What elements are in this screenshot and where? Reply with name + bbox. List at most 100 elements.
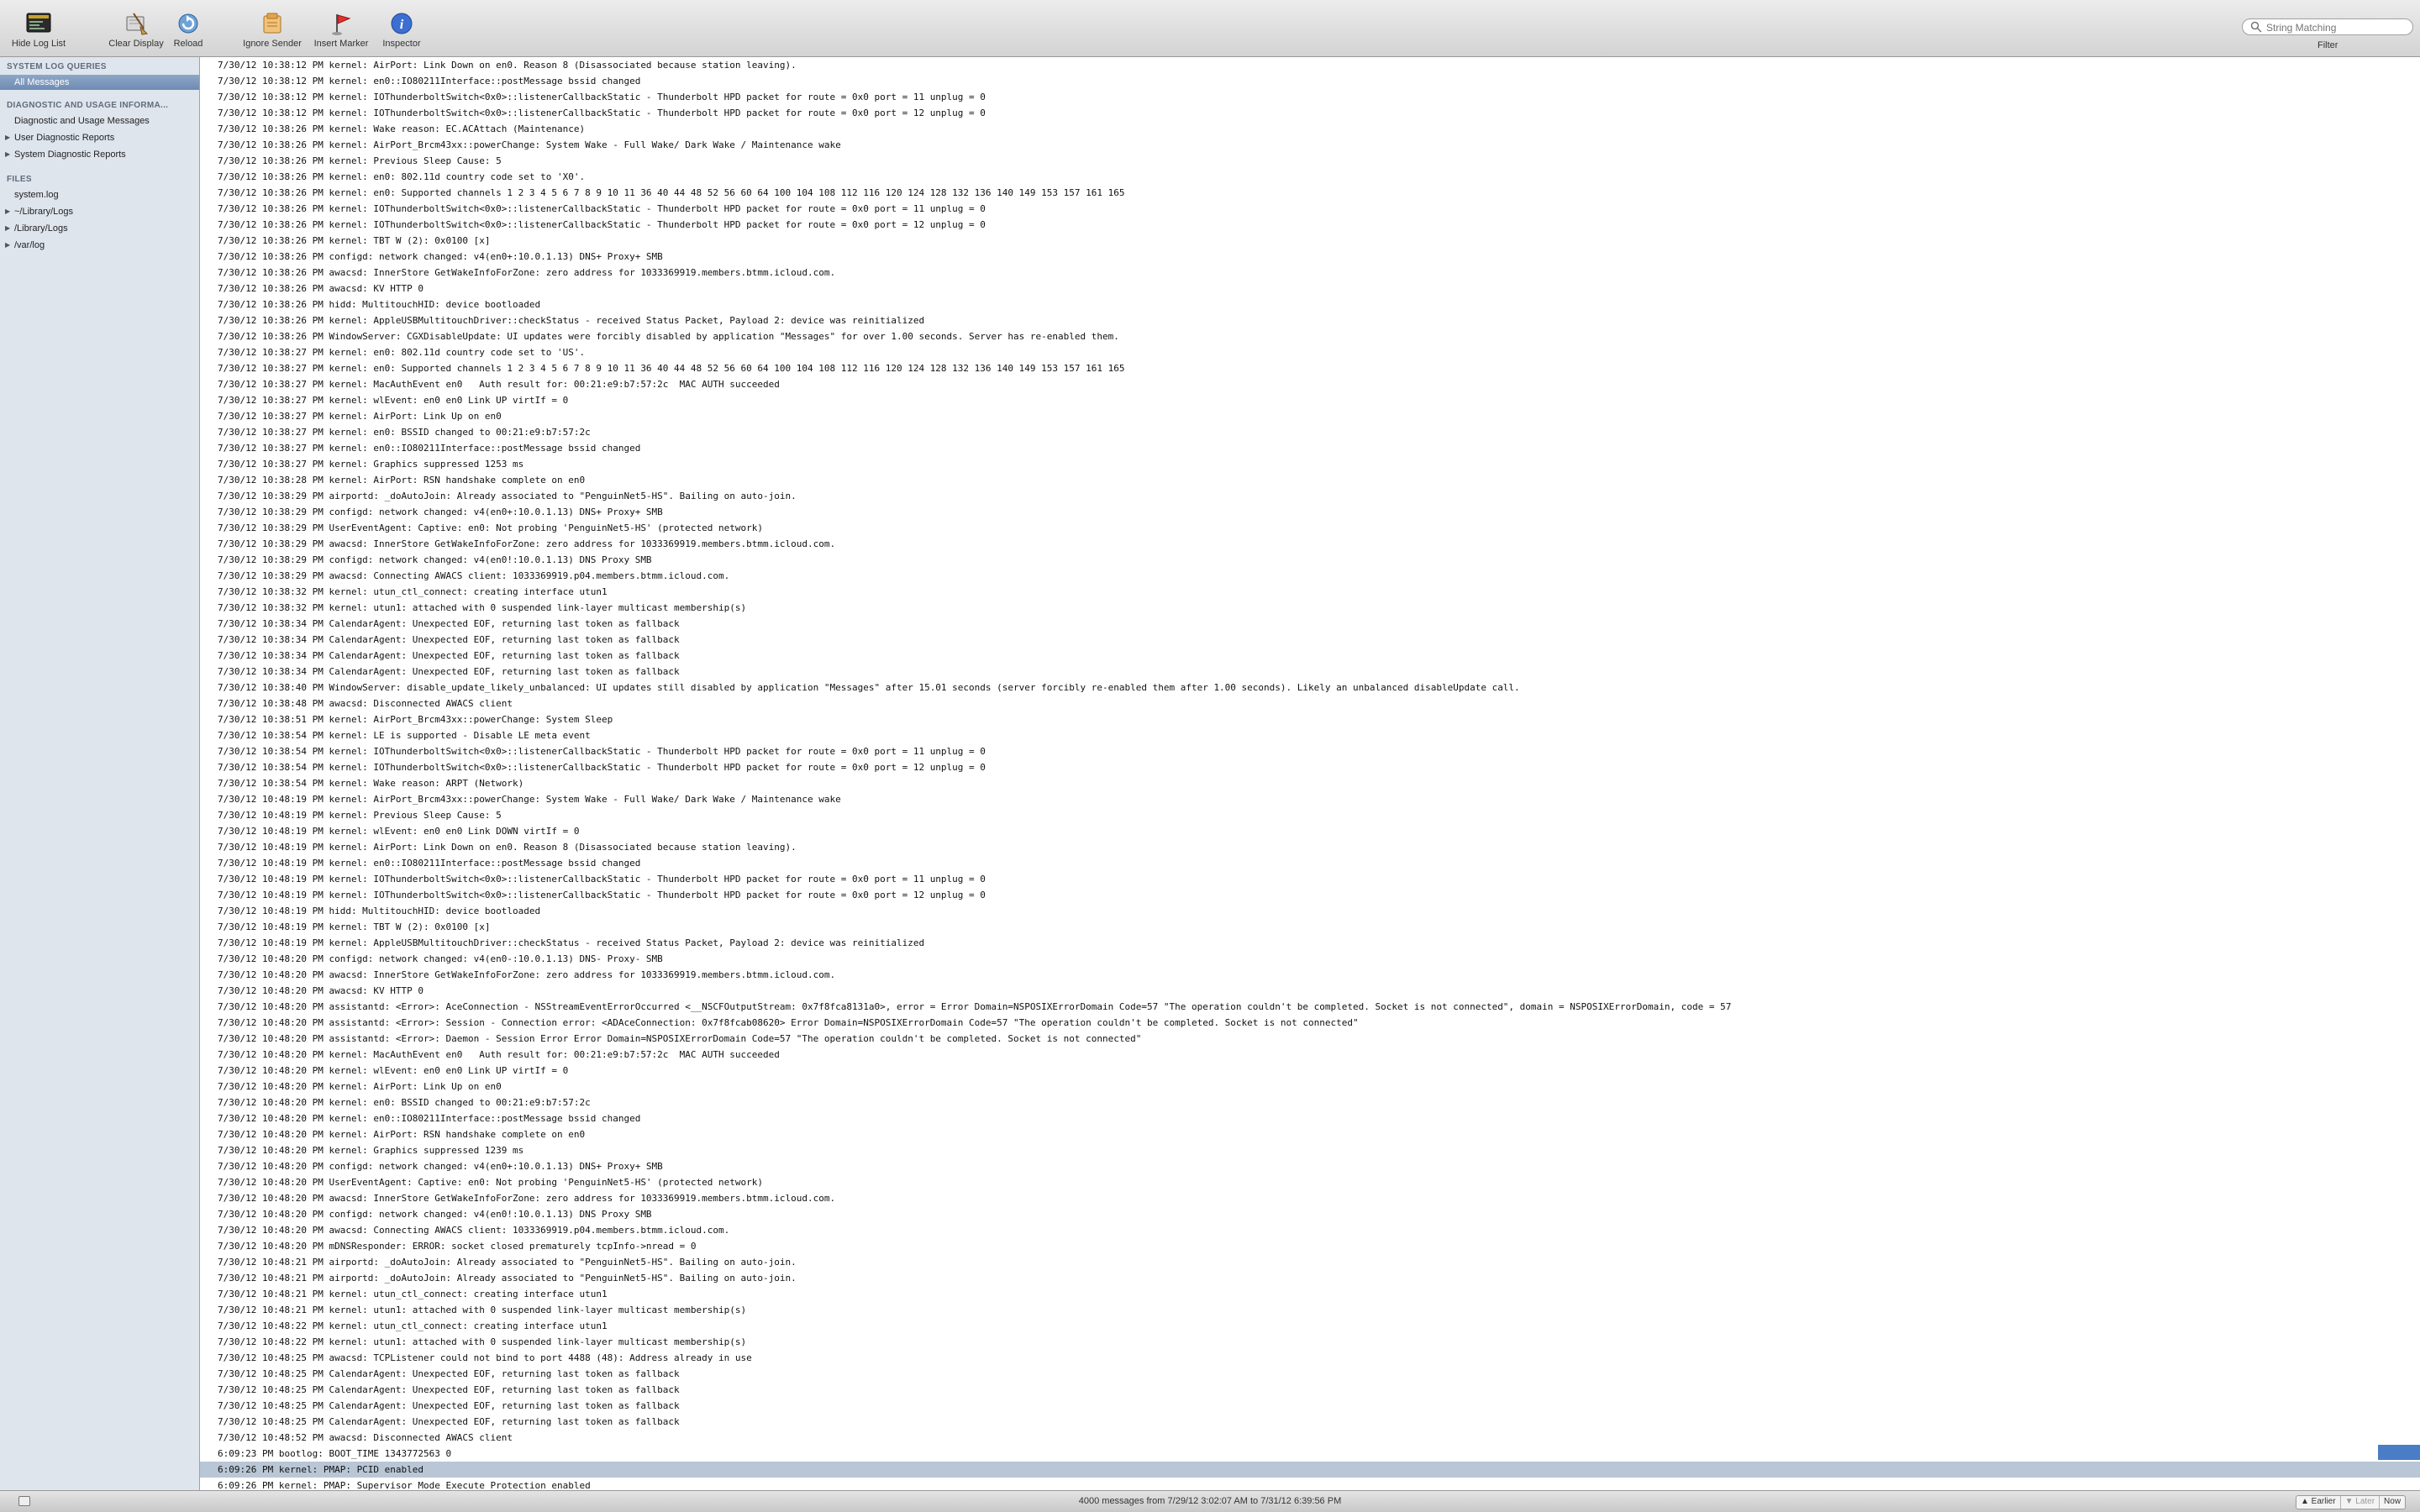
disclosure-triangle-icon[interactable]: ▶: [5, 147, 10, 162]
log-row[interactable]: 7/30/12 10:38:26 PM kernel: Previous Sle…: [200, 153, 2420, 169]
ignore-sender-button[interactable]: Ignore Sender: [239, 12, 306, 54]
log-row[interactable]: 7/30/12 10:38:26 PM kernel: IOThunderbol…: [200, 217, 2420, 233]
log-row[interactable]: 7/30/12 10:48:19 PM hidd: MultitouchHID:…: [200, 903, 2420, 919]
log-row[interactable]: 7/30/12 10:38:26 PM kernel: Wake reason:…: [200, 121, 2420, 137]
log-row[interactable]: 7/30/12 10:38:29 PM airportd: _doAutoJoi…: [200, 488, 2420, 504]
log-row[interactable]: 7/30/12 10:48:19 PM kernel: en0::IO80211…: [200, 855, 2420, 871]
log-row[interactable]: 7/30/12 10:38:34 PM CalendarAgent: Unexp…: [200, 664, 2420, 680]
log-row[interactable]: 7/30/12 10:38:26 PM kernel: en0: Support…: [200, 185, 2420, 201]
log-row[interactable]: 7/30/12 10:48:21 PM airportd: _doAutoJoi…: [200, 1254, 2420, 1270]
log-row[interactable]: 7/30/12 10:38:48 PM awacsd: Disconnected…: [200, 696, 2420, 711]
hide-log-list-button[interactable]: Hide Log List: [7, 12, 71, 54]
log-row[interactable]: 7/30/12 10:48:20 PM assistantd: <Error>:…: [200, 1015, 2420, 1031]
log-row[interactable]: 7/30/12 10:38:27 PM kernel: wlEvent: en0…: [200, 392, 2420, 408]
log-row[interactable]: 7/30/12 10:38:27 PM kernel: AirPort: Lin…: [200, 408, 2420, 424]
log-row[interactable]: 7/30/12 10:48:25 PM CalendarAgent: Unexp…: [200, 1398, 2420, 1414]
log-row[interactable]: 7/30/12 10:38:34 PM CalendarAgent: Unexp…: [200, 648, 2420, 664]
log-row[interactable]: 7/30/12 10:48:20 PM kernel: wlEvent: en0…: [200, 1063, 2420, 1079]
disclosure-triangle-icon[interactable]: ▶: [5, 204, 10, 219]
log-row[interactable]: 7/30/12 10:38:26 PM kernel: AirPort_Brcm…: [200, 137, 2420, 153]
log-row[interactable]: 7/30/12 10:38:29 PM awacsd: Connecting A…: [200, 568, 2420, 584]
log-row[interactable]: 7/30/12 10:48:20 PM awacsd: Connecting A…: [200, 1222, 2420, 1238]
sidebar-item-library-logs[interactable]: ▶ /Library/Logs: [0, 221, 199, 236]
log-row[interactable]: 7/30/12 10:48:19 PM kernel: IOThunderbol…: [200, 887, 2420, 903]
log-row[interactable]: 7/30/12 10:38:28 PM kernel: AirPort: RSN…: [200, 472, 2420, 488]
log-row[interactable]: 7/30/12 10:48:20 PM kernel: Graphics sup…: [200, 1142, 2420, 1158]
later-button[interactable]: ▼ Later: [2341, 1496, 2381, 1509]
log-row[interactable]: 7/30/12 10:38:26 PM awacsd: InnerStore G…: [200, 265, 2420, 281]
log-row[interactable]: 7/30/12 10:38:54 PM kernel: LE is suppor…: [200, 727, 2420, 743]
log-row[interactable]: 7/30/12 10:38:26 PM configd: network cha…: [200, 249, 2420, 265]
log-row[interactable]: 7/30/12 10:38:29 PM awacsd: InnerStore G…: [200, 536, 2420, 552]
log-row[interactable]: 7/30/12 10:48:21 PM airportd: _doAutoJoi…: [200, 1270, 2420, 1286]
log-row[interactable]: 7/30/12 10:38:54 PM kernel: Wake reason:…: [200, 775, 2420, 791]
log-row[interactable]: 7/30/12 10:38:29 PM UserEventAgent: Capt…: [200, 520, 2420, 536]
earlier-button[interactable]: ▲ Earlier: [2296, 1496, 2341, 1509]
log-row[interactable]: 7/30/12 10:48:20 PM kernel: AirPort: RSN…: [200, 1126, 2420, 1142]
log-row[interactable]: 7/30/12 10:38:26 PM awacsd: KV HTTP 0: [200, 281, 2420, 297]
sidebar-item-system-log[interactable]: system.log: [0, 187, 199, 202]
log-row[interactable]: 7/30/12 10:38:51 PM kernel: AirPort_Brcm…: [200, 711, 2420, 727]
log-row[interactable]: 7/30/12 10:48:21 PM kernel: utun1: attac…: [200, 1302, 2420, 1318]
log-row[interactable]: 7/30/12 10:38:34 PM CalendarAgent: Unexp…: [200, 632, 2420, 648]
log-row[interactable]: 7/30/12 10:48:19 PM kernel: TBT W (2): 0…: [200, 919, 2420, 935]
log-row[interactable]: 7/30/12 10:48:20 PM configd: network cha…: [200, 1206, 2420, 1222]
log-row[interactable]: 7/30/12 10:48:20 PM UserEventAgent: Capt…: [200, 1174, 2420, 1190]
log-row[interactable]: 7/30/12 10:48:20 PM kernel: AirPort: Lin…: [200, 1079, 2420, 1095]
log-row[interactable]: 7/30/12 10:48:20 PM configd: network cha…: [200, 1158, 2420, 1174]
log-row[interactable]: 7/30/12 10:38:27 PM kernel: MacAuthEvent…: [200, 376, 2420, 392]
log-row[interactable]: 7/30/12 10:48:25 PM CalendarAgent: Unexp…: [200, 1366, 2420, 1382]
sidebar-item-diagnostic-usage-messages[interactable]: Diagnostic and Usage Messages: [0, 113, 199, 129]
log-row[interactable]: 7/30/12 10:48:20 PM awacsd: InnerStore G…: [200, 967, 2420, 983]
disclosure-triangle-icon[interactable]: ▶: [5, 221, 10, 236]
clear-display-button[interactable]: Clear Display: [104, 12, 168, 54]
log-row[interactable]: 7/30/12 10:38:26 PM kernel: en0: 802.11d…: [200, 169, 2420, 185]
log-row[interactable]: 7/30/12 10:48:20 PM kernel: en0: BSSID c…: [200, 1095, 2420, 1110]
sidebar-item-var-log[interactable]: ▶ /var/log: [0, 238, 199, 253]
log-row[interactable]: 7/30/12 10:38:26 PM kernel: IOThunderbol…: [200, 201, 2420, 217]
search-input[interactable]: [2242, 18, 2413, 35]
log-row[interactable]: 7/30/12 10:38:12 PM kernel: IOThunderbol…: [200, 89, 2420, 105]
log-row[interactable]: 7/30/12 10:48:20 PM kernel: en0::IO80211…: [200, 1110, 2420, 1126]
log-row[interactable]: 7/30/12 10:38:12 PM kernel: AirPort: Lin…: [200, 57, 2420, 73]
log-row[interactable]: 7/30/12 10:48:20 PM configd: network cha…: [200, 951, 2420, 967]
log-row[interactable]: 7/30/12 10:38:54 PM kernel: IOThunderbol…: [200, 759, 2420, 775]
log-row[interactable]: 7/30/12 10:48:19 PM kernel: IOThunderbol…: [200, 871, 2420, 887]
log-row[interactable]: 7/30/12 10:38:26 PM hidd: MultitouchHID:…: [200, 297, 2420, 312]
log-row[interactable]: 7/30/12 10:38:27 PM kernel: en0: 802.11d…: [200, 344, 2420, 360]
log-row[interactable]: 7/30/12 10:38:34 PM CalendarAgent: Unexp…: [200, 616, 2420, 632]
inspector-button[interactable]: i Inspector: [378, 12, 425, 54]
log-row[interactable]: 7/30/12 10:48:52 PM awacsd: Disconnected…: [200, 1430, 2420, 1446]
log-row[interactable]: 7/30/12 10:48:20 PM awacsd: InnerStore G…: [200, 1190, 2420, 1206]
log-row[interactable]: 7/30/12 10:38:40 PM WindowServer: disabl…: [200, 680, 2420, 696]
log-row[interactable]: 7/30/12 10:38:26 PM WindowServer: CGXDis…: [200, 328, 2420, 344]
log-row[interactable]: 7/30/12 10:38:27 PM kernel: Graphics sup…: [200, 456, 2420, 472]
log-row[interactable]: 7/30/12 10:48:22 PM kernel: utun_ctl_con…: [200, 1318, 2420, 1334]
log-row[interactable]: 7/30/12 10:48:25 PM CalendarAgent: Unexp…: [200, 1414, 2420, 1430]
log-row[interactable]: 7/30/12 10:48:21 PM kernel: utun_ctl_con…: [200, 1286, 2420, 1302]
log-row[interactable]: 7/30/12 10:48:19 PM kernel: wlEvent: en0…: [200, 823, 2420, 839]
log-row[interactable]: 7/30/12 10:48:20 PM kernel: MacAuthEvent…: [200, 1047, 2420, 1063]
now-button[interactable]: Now: [2380, 1496, 2405, 1509]
log-row[interactable]: 7/30/12 10:38:12 PM kernel: IOThunderbol…: [200, 105, 2420, 121]
log-row[interactable]: 7/30/12 10:38:12 PM kernel: en0::IO80211…: [200, 73, 2420, 89]
log-row[interactable]: 7/30/12 10:48:19 PM kernel: Previous Sle…: [200, 807, 2420, 823]
log-row[interactable]: 7/30/12 10:38:29 PM configd: network cha…: [200, 504, 2420, 520]
log-message-list[interactable]: 7/30/12 10:38:12 PM kernel: AirPort: Lin…: [200, 57, 2420, 1490]
log-row[interactable]: 7/30/12 10:38:29 PM configd: network cha…: [200, 552, 2420, 568]
log-row[interactable]: 6:09:26 PM kernel: PMAP: PCID enabled: [200, 1462, 2420, 1478]
log-row[interactable]: 7/30/12 10:48:20 PM assistantd: <Error>:…: [200, 1031, 2420, 1047]
log-row[interactable]: 7/30/12 10:38:27 PM kernel: en0: Support…: [200, 360, 2420, 376]
sidebar-item-system-diagnostic-reports[interactable]: ▶ System Diagnostic Reports: [0, 147, 199, 162]
log-row[interactable]: 7/30/12 10:48:20 PM mDNSResponder: ERROR…: [200, 1238, 2420, 1254]
disclosure-triangle-icon[interactable]: ▶: [5, 238, 10, 253]
log-row[interactable]: 7/30/12 10:38:32 PM kernel: utun1: attac…: [200, 600, 2420, 616]
log-row[interactable]: 7/30/12 10:38:26 PM kernel: AppleUSBMult…: [200, 312, 2420, 328]
log-row[interactable]: 7/30/12 10:38:27 PM kernel: en0::IO80211…: [200, 440, 2420, 456]
log-row[interactable]: 7/30/12 10:48:22 PM kernel: utun1: attac…: [200, 1334, 2420, 1350]
reload-button[interactable]: Reload: [171, 12, 205, 54]
disclosure-triangle-icon[interactable]: ▶: [5, 130, 10, 145]
log-row[interactable]: 7/30/12 10:48:25 PM CalendarAgent: Unexp…: [200, 1382, 2420, 1398]
log-row[interactable]: 7/30/12 10:48:20 PM assistantd: <Error>:…: [200, 999, 2420, 1015]
log-row[interactable]: 7/30/12 10:38:32 PM kernel: utun_ctl_con…: [200, 584, 2420, 600]
